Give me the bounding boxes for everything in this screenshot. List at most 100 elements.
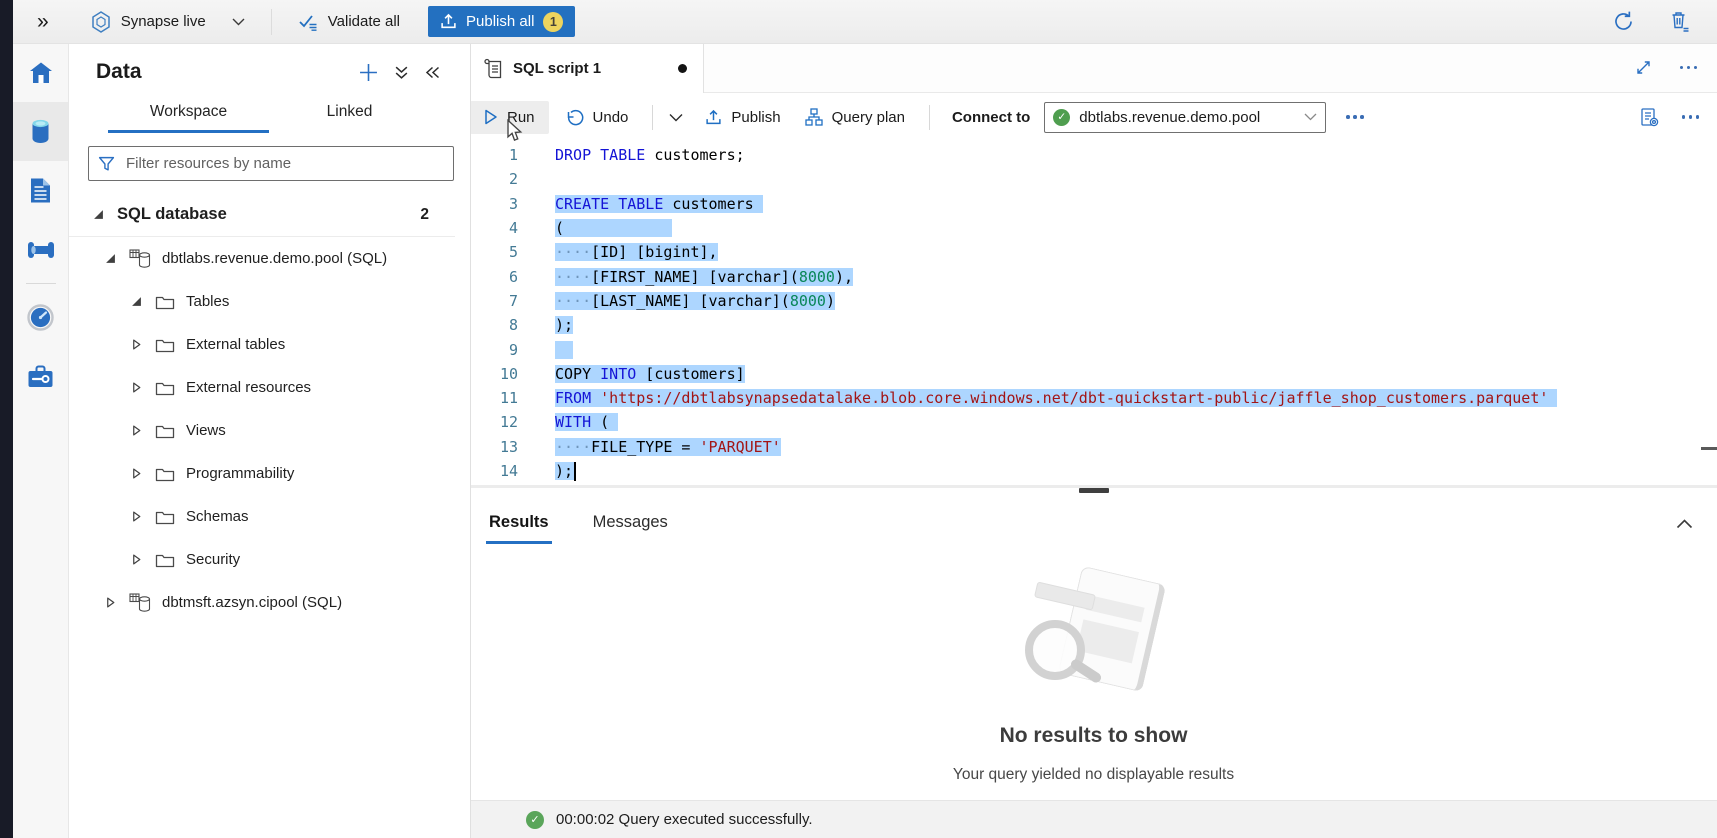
mode-selector[interactable]: Synapse live — [91, 11, 245, 33]
code-text[interactable]: WITH ( — [555, 413, 618, 431]
caret-collapsed-icon[interactable] — [104, 597, 117, 608]
sidebar-item-home[interactable] — [13, 43, 68, 102]
splitter-drag-handle[interactable] — [1079, 488, 1109, 493]
tree-item-security[interactable]: Security — [68, 538, 470, 581]
caret-expanded-icon[interactable] — [130, 296, 143, 307]
caret-collapsed-icon[interactable] — [130, 425, 143, 436]
code-line-12[interactable]: 12 WITH ( — [470, 410, 1717, 434]
folder-icon — [155, 552, 175, 568]
refresh-icon[interactable] — [1612, 10, 1635, 33]
code-line-8[interactable]: 8); — [470, 313, 1717, 337]
more-options-icon[interactable] — [1682, 115, 1700, 119]
code-line-5[interactable]: 5 ····[ID] [bigint], — [470, 240, 1717, 264]
code-text[interactable]: ( — [555, 219, 672, 237]
line-number[interactable]: 12 — [470, 413, 518, 431]
publish-button[interactable]: Publish — [705, 109, 780, 126]
code-text[interactable] — [555, 341, 573, 359]
code-editor[interactable]: 1 DROP TABLE customers; 2 3 CREATE TABLE cus… — [470, 141, 1717, 485]
add-icon[interactable] — [359, 63, 378, 82]
caret-collapsed-icon[interactable] — [130, 554, 143, 565]
caret-collapsed-icon[interactable] — [130, 382, 143, 393]
collapse-panel-icon[interactable] — [425, 66, 440, 79]
line-number[interactable]: 1 — [470, 146, 518, 164]
run-button[interactable]: Run — [470, 101, 549, 134]
pool-select-dropdown[interactable]: dbtlabs.revenue.demo.pool — [1044, 102, 1326, 133]
tree-item-dbtmsft-azsyn-cipool-sql[interactable]: dbtmsft.azsyn.cipool (SQL) — [68, 581, 470, 624]
line-number[interactable]: 14 — [470, 462, 518, 480]
run-options-chevron-icon[interactable] — [669, 113, 683, 122]
code-text[interactable]: ); — [555, 316, 573, 334]
validate-all-button[interactable]: Validate all — [298, 13, 400, 31]
tab-sql-script-1[interactable]: SQL script 1 — [470, 43, 704, 93]
sidebar-item-manage[interactable] — [13, 347, 68, 406]
line-number[interactable]: 3 — [470, 195, 518, 213]
code-line-14[interactable]: 14); — [470, 459, 1717, 483]
code-line-9[interactable]: 9 — [470, 337, 1717, 361]
caret-collapsed-icon[interactable] — [130, 511, 143, 522]
tree-item-external-resources[interactable]: External resources — [68, 366, 470, 409]
line-number[interactable]: 5 — [470, 243, 518, 261]
code-line-10[interactable]: 10 COPY INTO [customers] — [470, 362, 1717, 386]
line-number[interactable]: 13 — [470, 438, 518, 456]
code-line-3[interactable]: 3 CREATE TABLE customers — [470, 192, 1717, 216]
code-line-11[interactable]: 11 FROM 'https://dbtlabsynapsedatalake.bl… — [470, 386, 1717, 410]
line-number[interactable]: 9 — [470, 341, 518, 359]
discard-trash-icon[interactable] — [1669, 10, 1691, 33]
line-number[interactable]: 2 — [470, 170, 518, 188]
code-text[interactable]: COPY INTO [customers] — [555, 365, 745, 383]
more-commands-icon[interactable] — [1346, 115, 1364, 119]
code-line-7[interactable]: 7 ····[LAST_NAME] [varchar](8000) — [470, 289, 1717, 313]
filter-input[interactable] — [124, 154, 444, 173]
tree-item-sql-database[interactable]: SQL database2 — [68, 193, 455, 237]
sidebar-item-data[interactable] — [13, 102, 68, 161]
tree-item-views[interactable]: Views — [68, 409, 470, 452]
caret-expanded-icon[interactable] — [104, 253, 117, 264]
code-text[interactable]: ····[LAST_NAME] [varchar](8000) — [555, 292, 835, 310]
line-number[interactable]: 8 — [470, 316, 518, 334]
tree-item-schemas[interactable]: Schemas — [68, 495, 470, 538]
caret-collapsed-icon[interactable] — [130, 468, 143, 479]
caret-collapsed-icon[interactable] — [130, 339, 143, 350]
tree-item-programmability[interactable]: Programmability — [68, 452, 470, 495]
collapse-results-chevron-icon[interactable] — [1676, 519, 1717, 529]
tab-linked[interactable]: Linked — [269, 103, 430, 133]
code-line-1[interactable]: 1 DROP TABLE customers; — [470, 143, 1717, 167]
expand-menu-icon[interactable]: » — [37, 11, 49, 32]
sidebar-item-monitor[interactable] — [13, 288, 68, 347]
code-text[interactable]: ); — [555, 462, 576, 481]
code-text[interactable]: FROM 'https://dbtlabsynapsedatalake.blob… — [555, 389, 1557, 407]
line-number[interactable]: 7 — [470, 292, 518, 310]
expand-editor-icon[interactable] — [1635, 59, 1652, 76]
publish-all-button[interactable]: Publish all 1 — [428, 6, 575, 37]
tab-messages[interactable]: Messages — [590, 504, 671, 544]
results-splitter[interactable] — [470, 485, 1717, 501]
undo-button[interactable]: Undo — [565, 109, 629, 126]
code-line-6[interactable]: 6 ····[FIRST_NAME] [varchar](8000), — [470, 264, 1717, 288]
tree-item-tables[interactable]: Tables — [68, 280, 470, 323]
code-line-4[interactable]: 4( — [470, 216, 1717, 240]
code-line-13[interactable]: 13 ····FILE_TYPE = 'PARQUET' — [470, 435, 1717, 459]
code-text[interactable]: ····[ID] [bigint], — [555, 243, 718, 261]
line-number[interactable]: 11 — [470, 389, 518, 407]
caret-expanded-icon[interactable] — [92, 209, 105, 220]
line-number[interactable]: 4 — [470, 219, 518, 237]
sidebar-item-integrate[interactable] — [13, 220, 68, 279]
chevron-down-icon[interactable] — [232, 18, 245, 26]
tree-item-external-tables[interactable]: External tables — [68, 323, 470, 366]
query-plan-button[interactable]: Query plan — [805, 108, 905, 126]
tab-workspace[interactable]: Workspace — [108, 103, 269, 133]
properties-icon[interactable] — [1639, 107, 1660, 128]
tab-results[interactable]: Results — [486, 504, 552, 544]
expand-all-icon[interactable] — [394, 65, 409, 80]
code-text[interactable]: CREATE TABLE customers — [555, 195, 763, 213]
editor-region: SQL script 1 Run Undo — [470, 43, 1717, 838]
line-number[interactable]: 6 — [470, 268, 518, 286]
tree-item-dbtlabs-revenue-demo-pool-sql[interactable]: dbtlabs.revenue.demo.pool (SQL) — [68, 237, 470, 280]
code-text[interactable]: ····[FIRST_NAME] [varchar](8000), — [555, 268, 853, 286]
line-number[interactable]: 10 — [470, 365, 518, 383]
code-line-2[interactable]: 2 — [470, 167, 1717, 191]
code-text[interactable]: ····FILE_TYPE = 'PARQUET' — [555, 438, 781, 456]
sidebar-item-develop[interactable] — [13, 161, 68, 220]
more-options-icon[interactable] — [1680, 66, 1698, 70]
code-text[interactable]: DROP TABLE customers; — [555, 146, 745, 164]
